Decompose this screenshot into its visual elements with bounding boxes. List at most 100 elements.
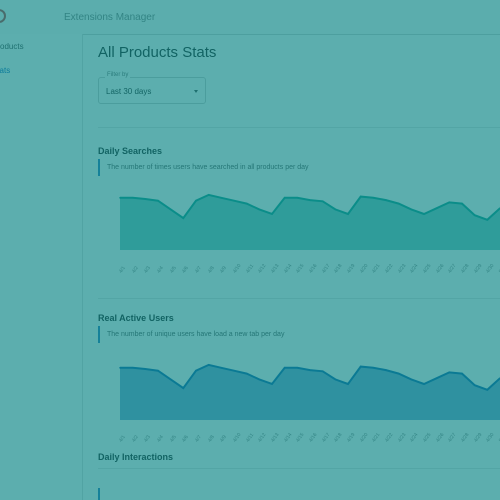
data-point[interactable] <box>321 200 324 203</box>
divider <box>98 127 500 128</box>
sidebar: Products Stats <box>0 34 83 500</box>
real-active-users-x-axis: 4/1 4/2 4/3 4/4 4/5 4/6 4/7 4/8 4/9 4/10 4/11 4/12 4… <box>118 428 500 446</box>
data-point[interactable] <box>296 197 299 199</box>
x-tick-label: 4/18 <box>333 432 344 444</box>
data-point[interactable] <box>258 378 261 381</box>
data-point[interactable] <box>309 199 311 201</box>
data-point[interactable] <box>334 208 337 211</box>
data-point[interactable] <box>385 369 387 371</box>
data-point[interactable] <box>309 369 311 371</box>
data-point[interactable] <box>359 365 362 368</box>
x-tick-label: 4/9 <box>219 265 229 275</box>
filter-select[interactable]: Filter by Last 30 days <box>98 72 206 104</box>
data-point[interactable] <box>448 371 451 374</box>
data-point[interactable] <box>207 364 210 366</box>
data-point[interactable] <box>258 208 261 211</box>
data-point[interactable] <box>169 208 172 211</box>
data-point[interactable] <box>359 195 362 198</box>
data-point[interactable] <box>372 197 375 199</box>
x-tick-label: 4/8 <box>206 265 216 275</box>
x-tick-label: 4/4 <box>156 265 165 275</box>
data-point[interactable] <box>283 367 286 369</box>
x-tick-label: 4/23 <box>396 432 408 444</box>
sidebar-item-products[interactable]: Products <box>0 42 24 51</box>
data-point[interactable] <box>397 372 400 375</box>
data-point[interactable] <box>473 384 476 386</box>
data-point[interactable] <box>131 197 134 199</box>
chevron-down-icon <box>194 90 198 93</box>
divider <box>98 298 500 299</box>
x-tick-label: 4/19 <box>346 432 357 444</box>
data-point[interactable] <box>296 367 299 369</box>
x-tick-label: 4/11 <box>244 263 255 275</box>
data-point[interactable] <box>119 197 121 199</box>
x-tick-label: 4/27 <box>447 263 458 275</box>
data-point[interactable] <box>435 377 438 379</box>
x-tick-label: 4/28 <box>460 263 471 275</box>
x-tick-label: 4/23 <box>396 263 408 275</box>
data-point[interactable] <box>271 213 273 215</box>
data-point[interactable] <box>347 213 349 215</box>
data-point[interactable] <box>334 378 337 381</box>
data-point[interactable] <box>233 369 235 372</box>
page-title: All Products Stats <box>98 44 217 61</box>
data-point[interactable] <box>119 367 121 369</box>
real-active-users-chart <box>119 363 500 420</box>
x-tick-label: 4/20 <box>358 263 370 275</box>
series-area <box>120 364 500 420</box>
data-point[interactable] <box>385 199 387 201</box>
app-window: Extensions Manager Products Stats All Pr… <box>0 0 500 500</box>
data-point[interactable] <box>347 383 349 385</box>
x-tick-label: 4/24 <box>409 432 420 444</box>
data-point[interactable] <box>461 372 463 375</box>
data-point[interactable] <box>207 194 210 196</box>
data-point[interactable] <box>144 198 147 200</box>
x-tick-label: 4/1 <box>118 434 127 444</box>
x-tick-label: 4/11 <box>244 432 255 444</box>
x-tick-label: 4/26 <box>434 432 446 444</box>
data-point[interactable] <box>283 197 286 199</box>
data-point[interactable] <box>131 367 134 369</box>
section-description-daily-interactions <box>98 488 107 500</box>
data-point[interactable] <box>157 199 159 202</box>
data-point[interactable] <box>372 367 375 369</box>
data-point[interactable] <box>157 369 159 372</box>
data-point[interactable] <box>410 208 413 211</box>
data-point[interactable] <box>486 389 489 391</box>
data-point[interactable] <box>271 383 273 385</box>
data-point[interactable] <box>144 368 147 370</box>
top-bar: Extensions Manager <box>0 0 500 35</box>
data-point[interactable] <box>410 378 413 381</box>
x-tick-label: 4/3 <box>143 434 153 444</box>
data-point[interactable] <box>195 369 197 372</box>
x-tick-label: 4/4 <box>156 434 165 444</box>
data-point[interactable] <box>448 201 451 204</box>
data-point[interactable] <box>169 378 172 381</box>
data-point[interactable] <box>321 370 324 373</box>
x-tick-label: 4/12 <box>257 263 268 275</box>
section-title-daily-interactions: Daily Interactions <box>98 452 174 462</box>
x-tick-label: 4/7 <box>194 434 203 444</box>
data-point[interactable] <box>182 217 185 219</box>
x-tick-label: 4/20 <box>358 432 370 444</box>
data-point[interactable] <box>195 199 197 202</box>
brand-logo-icon[interactable] <box>0 9 6 23</box>
data-point[interactable] <box>245 202 248 205</box>
x-tick-label: 4/29 <box>472 432 484 444</box>
sidebar-item-stats[interactable]: Stats <box>0 66 10 75</box>
data-point[interactable] <box>220 367 223 369</box>
data-point[interactable] <box>220 197 223 199</box>
data-point[interactable] <box>461 202 463 205</box>
data-point[interactable] <box>245 372 248 375</box>
data-point[interactable] <box>423 213 425 215</box>
data-point[interactable] <box>473 214 476 216</box>
data-point[interactable] <box>423 383 425 385</box>
x-tick-label: 4/10 <box>232 263 243 275</box>
data-point[interactable] <box>233 199 235 202</box>
data-point[interactable] <box>182 387 185 389</box>
data-point[interactable] <box>397 202 400 205</box>
data-point[interactable] <box>486 219 489 221</box>
daily-searches-x-axis: 4/1 4/2 4/3 4/4 4/5 4/6 4/7 4/8 4/9 4/10 4/11 4/12 4… <box>118 259 500 277</box>
x-tick-label: 4/6 <box>181 265 191 275</box>
data-point[interactable] <box>435 207 438 209</box>
